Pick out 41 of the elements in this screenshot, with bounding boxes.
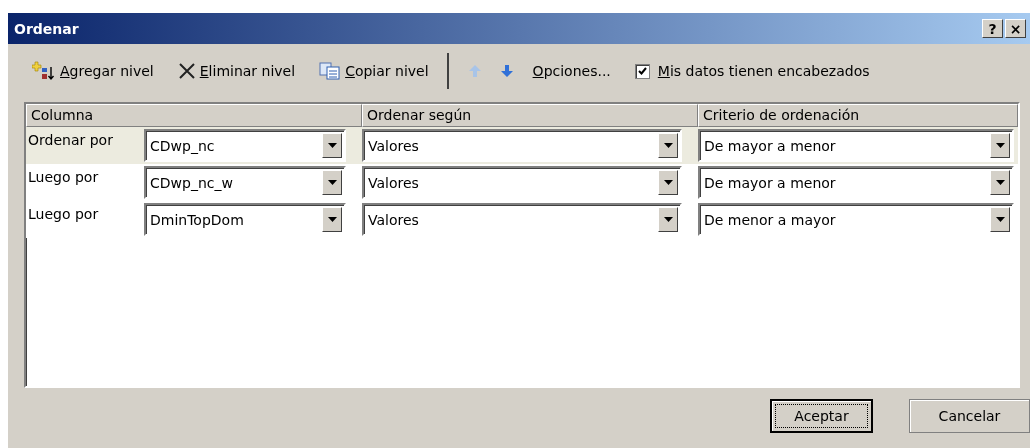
delete-x-icon [177, 62, 196, 80]
dropdown-caret-icon [995, 180, 1005, 185]
row-label: Luego por [27, 205, 100, 222]
dropdown-caret-icon [327, 143, 337, 148]
sort-level-row[interactable]: Ordenar por CDwp_nc Valores De mayor a menor [26, 127, 1018, 164]
row-label: Ordenar por [27, 131, 114, 148]
options-button[interactable]: Opciones... [526, 59, 617, 83]
help-button[interactable]: ? [982, 19, 1003, 38]
column-header: Columna [26, 104, 362, 127]
order-dropdown[interactable]: De menor a mayor [698, 203, 1014, 236]
close-button[interactable]: × [1005, 19, 1026, 38]
copy-level-button[interactable]: Copiar nivel [313, 58, 435, 84]
arrow-up-icon [468, 65, 481, 77]
copy-icon [319, 62, 342, 80]
column-header: Criterio de ordenación [698, 104, 1018, 127]
add-level-button[interactable]: Agregar nivel [26, 57, 160, 85]
cancel-button[interactable]: Cancelar [909, 399, 1030, 433]
column-header: Ordenar según [362, 104, 698, 127]
check-box [634, 63, 650, 79]
dropdown-caret-icon [327, 180, 337, 185]
dropdown-caret-icon [995, 217, 1005, 222]
dropdown-caret-icon [327, 217, 337, 222]
row-label: Luego por [27, 168, 100, 185]
arrow-down-icon [500, 65, 513, 77]
add-sort-icon [32, 61, 56, 81]
dropdown-caret-icon [663, 143, 673, 148]
sort-on-dropdown[interactable]: Valores [362, 166, 682, 199]
dropdown-caret-icon [663, 217, 673, 222]
order-dropdown[interactable]: De mayor a menor [698, 129, 1014, 162]
dropdown-caret-icon [995, 143, 1005, 148]
headers-checkbox[interactable]: Mis datos tienen encabezados [628, 59, 876, 83]
column-dropdown[interactable]: CDwp_nc_w [144, 166, 346, 199]
column-dropdown[interactable]: CDwp_nc [144, 129, 346, 162]
delete-level-button[interactable]: Eliminar nivel [171, 58, 302, 84]
column-dropdown[interactable]: DminTopDom [144, 203, 346, 236]
order-dropdown[interactable]: De mayor a menor [698, 166, 1014, 199]
window-title: Ordenar [14, 20, 80, 37]
dropdown-caret-icon [663, 180, 673, 185]
accept-button[interactable]: Aceptar [770, 399, 873, 433]
sort-on-dropdown[interactable]: Valores [362, 129, 682, 162]
sort-on-dropdown[interactable]: Valores [362, 203, 682, 236]
